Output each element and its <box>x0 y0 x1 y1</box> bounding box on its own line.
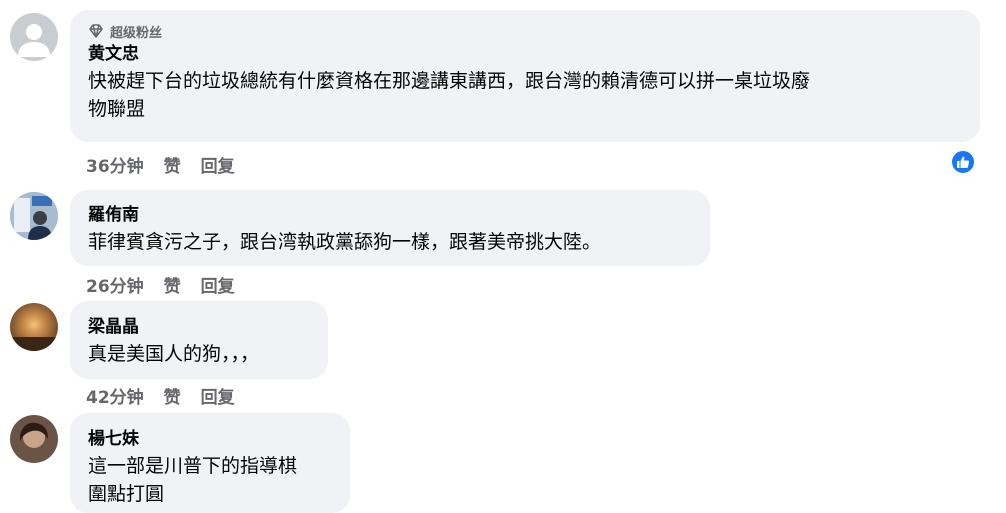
comment-text-line: 真是美国人的狗，，， <box>88 343 260 365</box>
profile-photo-icon <box>10 415 58 463</box>
comment-author[interactable]: 羅侑南 <box>88 204 692 226</box>
comment-author[interactable]: 梁晶晶 <box>88 316 310 338</box>
reply-button[interactable]: 回复 <box>201 272 235 297</box>
comment-timestamp[interactable]: 42分钟 <box>86 383 144 408</box>
like-reaction-icon[interactable] <box>950 149 976 175</box>
comment-bubble: 超级粉丝 黄文忠 快被趕下台的垃圾總統有什麼資格在那邊講東講西，跟台灣的賴清德可… <box>70 10 980 142</box>
avatar[interactable] <box>10 303 58 351</box>
comment-bubble: 楊七妹 這一部是川普下的指導棋 圍點打圓 <box>70 413 350 513</box>
comment-bubble: 梁晶晶 真是美国人的狗，，， <box>70 301 328 379</box>
default-avatar-icon <box>18 24 50 57</box>
diamond-icon <box>89 24 103 38</box>
reply-button[interactable]: 回复 <box>201 383 235 408</box>
like-button[interactable]: 赞 <box>164 383 181 408</box>
comment-text-line: 快被趕下台的垃圾總統有什麼資格在那邊講東講西，跟台灣的賴清德可以拼一桌垃圾廢 <box>88 70 811 92</box>
avatar[interactable] <box>10 415 58 463</box>
comment-timestamp[interactable]: 36分钟 <box>86 152 144 177</box>
sunset-photo-icon <box>10 303 58 351</box>
comment-bubble: 羅侑南 菲律賓貪污之子，跟台湾執政黨舔狗一樣，跟著美帝挑大陸。 <box>70 190 710 266</box>
avatar[interactable] <box>10 192 58 240</box>
comment-timestamp[interactable]: 26分钟 <box>86 272 144 297</box>
avatar[interactable] <box>10 13 58 61</box>
comment-text-line: 圍點打圓 <box>88 483 165 505</box>
comment-actions: 36分钟 赞 回复 <box>86 152 235 177</box>
comment-text-line: 菲律賓貪污之子，跟台湾執政黨舔狗一樣，跟著美帝挑大陸。 <box>88 231 602 253</box>
profile-photo-icon <box>10 192 58 240</box>
like-button[interactable]: 赞 <box>164 272 181 297</box>
reply-button[interactable]: 回复 <box>201 152 235 177</box>
comment-author[interactable]: 黄文忠 <box>88 43 962 65</box>
comment-author[interactable]: 楊七妹 <box>88 428 332 450</box>
comment-actions: 42分钟 赞 回复 <box>86 383 235 408</box>
like-button[interactable]: 赞 <box>164 152 181 177</box>
comment-actions: 26分钟 赞 回复 <box>86 272 235 297</box>
comment-text-line: 這一部是川普下的指導棋 <box>88 455 298 477</box>
badge-label: 超级粉丝 <box>110 25 163 41</box>
comment-text-line: 物聯盟 <box>88 98 146 120</box>
top-fan-badge: 超级粉丝 <box>88 21 962 41</box>
thumbs-up-icon <box>957 156 970 168</box>
